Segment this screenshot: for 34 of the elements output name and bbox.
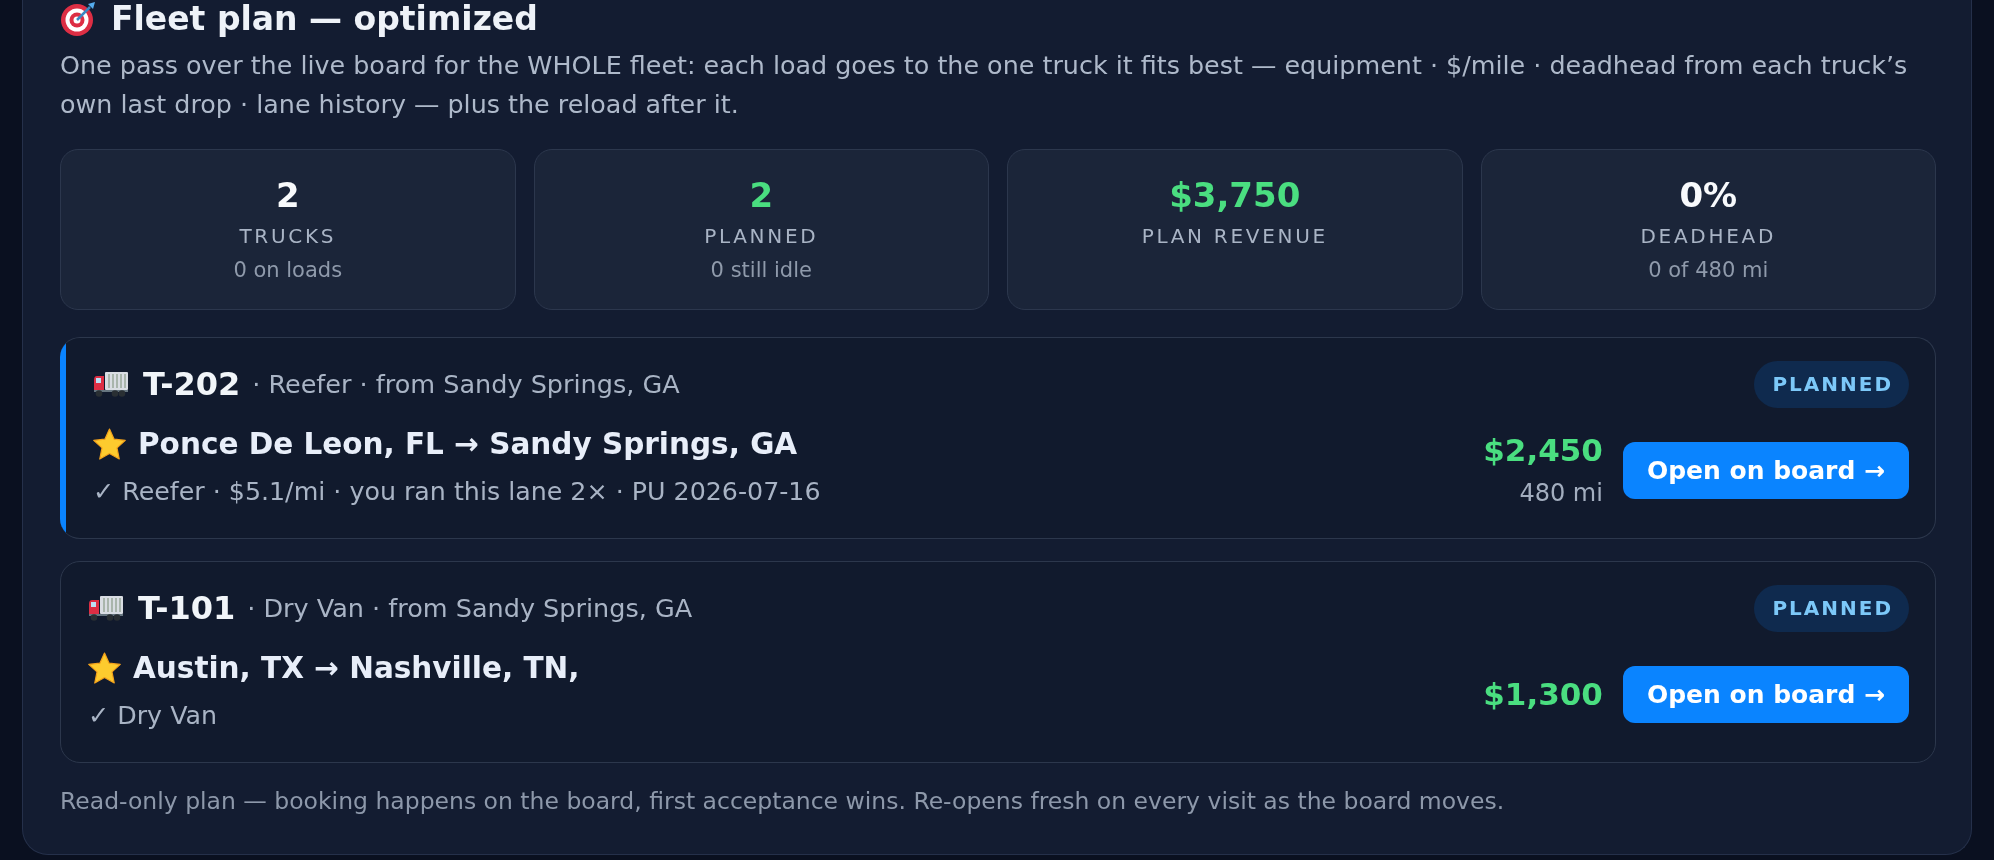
footer-note: Read-only plan — booking happens on the board, first acceptance wins. Re-opens fresh on every visit as the board moves. — [60, 786, 1506, 816]
load-details: ✓ Dry Van — [88, 701, 217, 730]
truck-icon — [93, 371, 129, 397]
stat-label: PLANNED — [704, 223, 819, 249]
stat-value: 0% — [1679, 176, 1738, 214]
open-on-board-button[interactable]: Open on board → — [1622, 665, 1909, 723]
star-icon — [93, 428, 126, 460]
truck-meta: · Reefer · from Sandy Springs, GA — [252, 368, 680, 401]
stat-value: $3,750 — [1169, 176, 1301, 214]
stat-label: DEADHEAD — [1640, 223, 1776, 249]
truck-id: T-202 — [143, 366, 241, 402]
load-miles: 480 mi — [1519, 478, 1603, 508]
stat-subtext: 0 on loads — [233, 257, 343, 283]
panel-title: Fleet plan — optimized — [111, 0, 538, 38]
stat-value: 2 — [275, 176, 300, 214]
route-text: Austin, TX → Nashville, TN, — [133, 650, 580, 686]
stat-subtext: 0 still idle — [710, 257, 812, 283]
open-on-board-button[interactable]: Open on board → — [1622, 441, 1909, 499]
stat-subtext: 0 of 480 mi — [1648, 257, 1769, 283]
stat-label: PLAN REVENUE — [1141, 223, 1328, 249]
panel-description: One pass over the live board for the WHOLE fleet: each load goes to the one truck it fits best — equipment · $/mile · deadhead from each truck’s own last drop · lane history — plus the reload after it. — [60, 49, 1909, 121]
stat-value: 2 — [749, 176, 774, 214]
truck-meta: · Dry Van · from Sandy Springs, GA — [247, 592, 693, 625]
truck-icon — [88, 595, 124, 621]
status-badge: PLANNED — [1754, 361, 1909, 408]
truck-id: T-101 — [138, 590, 236, 626]
route-text: Ponce De Leon, FL → Sandy Springs, GA — [138, 426, 798, 462]
load-details: ✓ Reefer · $5.1/mi · you ran this lane 2× · PU 2026-07-16 — [93, 477, 821, 506]
stat-label: TRUCKS — [239, 223, 337, 249]
status-badge: PLANNED — [1754, 585, 1909, 632]
load-price: $1,300 — [1483, 676, 1603, 712]
load-price: $2,450 — [1483, 432, 1603, 468]
star-icon — [88, 652, 121, 684]
target-icon — [60, 1, 96, 37]
